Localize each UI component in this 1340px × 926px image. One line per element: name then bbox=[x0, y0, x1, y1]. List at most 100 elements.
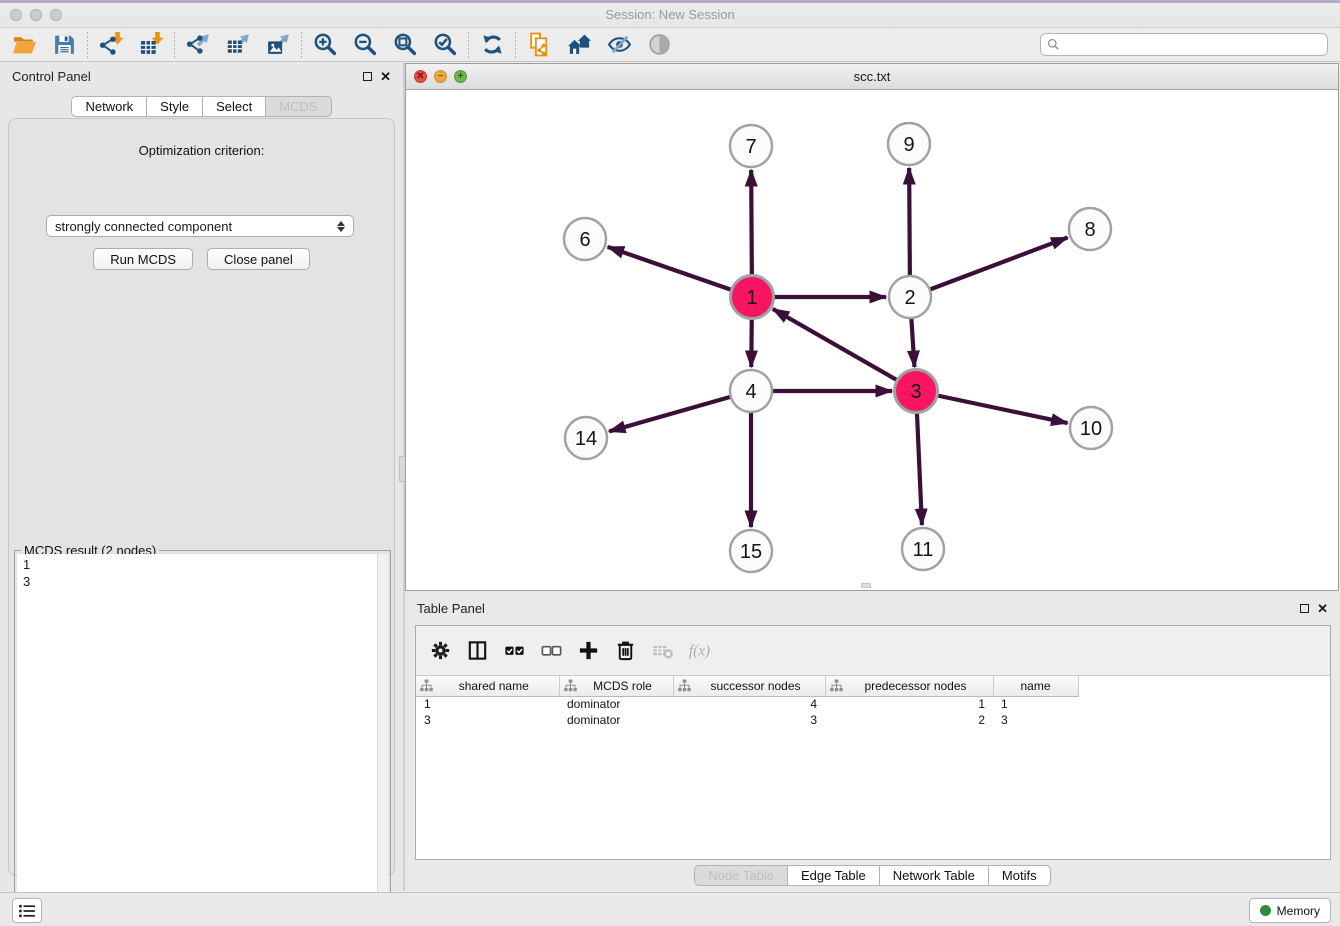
zoom-fit-button[interactable] bbox=[385, 30, 425, 60]
table-cell[interactable]: 3 bbox=[673, 712, 825, 728]
graph-node-6[interactable]: 6 bbox=[564, 218, 606, 260]
svg-text:11: 11 bbox=[913, 539, 934, 561]
chevron-updown-icon bbox=[337, 221, 345, 232]
toggle-panel-button[interactable] bbox=[461, 634, 494, 668]
memory-label: Memory bbox=[1277, 904, 1320, 918]
graph-node-3[interactable]: 3 bbox=[895, 370, 938, 413]
graph-edge-2-8[interactable] bbox=[910, 237, 1068, 297]
table-cell[interactable]: 2 bbox=[825, 712, 993, 728]
import-table-button[interactable] bbox=[131, 30, 171, 60]
run-mcds-button[interactable]: Run MCDS bbox=[93, 248, 193, 270]
function-builder-button[interactable]: f(x) bbox=[683, 634, 716, 668]
column-header-MCDS-role[interactable]: MCDS role bbox=[559, 676, 673, 696]
toggle-panel-icon bbox=[466, 639, 489, 662]
tab-select[interactable]: Select bbox=[203, 96, 266, 117]
search-input[interactable] bbox=[1064, 34, 1321, 55]
network-window-titlebar[interactable]: ✕ − + scc.txt bbox=[406, 64, 1338, 90]
search-icon bbox=[1047, 38, 1060, 51]
clear-selection-icon bbox=[540, 639, 563, 662]
table-panel-title: Table Panel bbox=[417, 601, 485, 616]
graph-node-11[interactable]: 11 bbox=[902, 528, 944, 570]
table-row[interactable]: 3dominator323 bbox=[416, 712, 1078, 728]
select-all-icon bbox=[503, 639, 526, 662]
save-session-button[interactable] bbox=[44, 30, 84, 60]
column-header-predecessor-nodes[interactable]: predecessor nodes bbox=[825, 676, 993, 696]
table-cell[interactable]: 1 bbox=[416, 696, 559, 712]
zoom-in-button[interactable] bbox=[305, 30, 345, 60]
task-history-button[interactable] bbox=[12, 898, 42, 923]
table-tabs: Node TableEdge TableNetwork TableMotifs bbox=[405, 865, 1340, 886]
memory-button[interactable]: Memory bbox=[1249, 898, 1331, 923]
tab-network[interactable]: Network bbox=[71, 96, 147, 117]
table-settings-button[interactable] bbox=[424, 634, 457, 668]
select-all-button[interactable] bbox=[498, 634, 531, 668]
graph-node-7[interactable]: 7 bbox=[730, 125, 772, 167]
zoom-selected-button[interactable] bbox=[425, 30, 465, 60]
import-network-button[interactable] bbox=[91, 30, 131, 60]
zoom-selected-icon bbox=[433, 32, 458, 57]
column-header-name[interactable]: name bbox=[993, 676, 1078, 696]
table-cell[interactable]: 1 bbox=[993, 696, 1078, 712]
table-cell[interactable]: 4 bbox=[673, 696, 825, 712]
graph-node-1[interactable]: 1 bbox=[731, 276, 774, 319]
toggle-view-button[interactable] bbox=[639, 30, 679, 60]
svg-text:1: 1 bbox=[746, 287, 757, 309]
table-row[interactable]: 1dominator411 bbox=[416, 696, 1078, 712]
close-panel-button[interactable]: Close panel bbox=[207, 248, 310, 270]
network-title: scc.txt bbox=[406, 69, 1338, 84]
network-canvas[interactable]: 7 9 6 8 1 2 4 3 14 10 15 11 bbox=[406, 90, 1338, 590]
control-panel-title: Control Panel bbox=[12, 69, 91, 84]
add-column-button[interactable] bbox=[572, 634, 605, 668]
toolbar-separator bbox=[301, 32, 302, 58]
graph-node-9[interactable]: 9 bbox=[888, 123, 930, 165]
column-header-shared-name[interactable]: shared name bbox=[416, 676, 559, 696]
tab-style[interactable]: Style bbox=[147, 96, 203, 117]
delete-column-button[interactable] bbox=[609, 634, 642, 668]
tab-mcds[interactable]: MCDS bbox=[266, 96, 331, 117]
table-cell[interactable]: dominator bbox=[559, 696, 673, 712]
hide-panel-button[interactable] bbox=[599, 30, 639, 60]
open-session-icon bbox=[12, 32, 37, 57]
mcds-result-text[interactable]: 13 bbox=[17, 554, 377, 925]
toolbar-separator bbox=[174, 32, 175, 58]
refresh-view-button[interactable] bbox=[472, 30, 512, 60]
clone-network-button[interactable] bbox=[519, 30, 559, 60]
tab-edge-table[interactable]: Edge Table bbox=[788, 865, 880, 886]
float-table-panel-icon[interactable] bbox=[1300, 604, 1309, 613]
column-type-icon bbox=[830, 679, 843, 692]
graph-edge-3-1[interactable] bbox=[773, 309, 916, 391]
home-layout-button[interactable] bbox=[559, 30, 599, 60]
export-table-button[interactable] bbox=[218, 30, 258, 60]
optimization-select[interactable]: strongly connected component bbox=[46, 215, 354, 237]
tab-motifs[interactable]: Motifs bbox=[989, 865, 1051, 886]
export-image-button[interactable] bbox=[258, 30, 298, 60]
graph-edge-3-10[interactable] bbox=[916, 391, 1068, 423]
graph-node-4[interactable]: 4 bbox=[730, 370, 772, 412]
column-header-successor-nodes[interactable]: successor nodes bbox=[673, 676, 825, 696]
graph-node-2[interactable]: 2 bbox=[889, 276, 931, 318]
delete-table-button[interactable] bbox=[646, 634, 679, 668]
open-session-button[interactable] bbox=[4, 30, 44, 60]
graph-node-15[interactable]: 15 bbox=[730, 530, 772, 572]
zoom-out-button[interactable] bbox=[345, 30, 385, 60]
mcds-panel: Optimization criterion: strongly connect… bbox=[8, 118, 395, 876]
graph-node-14[interactable]: 14 bbox=[565, 417, 607, 459]
graph-node-8[interactable]: 8 bbox=[1069, 208, 1111, 250]
tab-network-table[interactable]: Network Table bbox=[880, 865, 989, 886]
close-panel-icon[interactable]: ✕ bbox=[380, 70, 391, 83]
graph-node-10[interactable]: 10 bbox=[1070, 407, 1112, 449]
search-box[interactable] bbox=[1040, 33, 1328, 56]
clear-selection-button[interactable] bbox=[535, 634, 568, 668]
result-scrollbar[interactable] bbox=[377, 554, 388, 925]
table-cell[interactable]: 1 bbox=[825, 696, 993, 712]
tab-node-table[interactable]: Node Table bbox=[694, 865, 788, 886]
export-network-button[interactable] bbox=[178, 30, 218, 60]
float-panel-icon[interactable] bbox=[363, 72, 372, 81]
table-cell[interactable]: 3 bbox=[993, 712, 1078, 728]
close-table-panel-icon[interactable]: ✕ bbox=[1317, 602, 1328, 615]
zoom-out-icon bbox=[353, 32, 378, 57]
column-type-icon bbox=[420, 679, 433, 692]
network-resize-handle[interactable] bbox=[861, 583, 871, 588]
table-cell[interactable]: 3 bbox=[416, 712, 559, 728]
table-cell[interactable]: dominator bbox=[559, 712, 673, 728]
